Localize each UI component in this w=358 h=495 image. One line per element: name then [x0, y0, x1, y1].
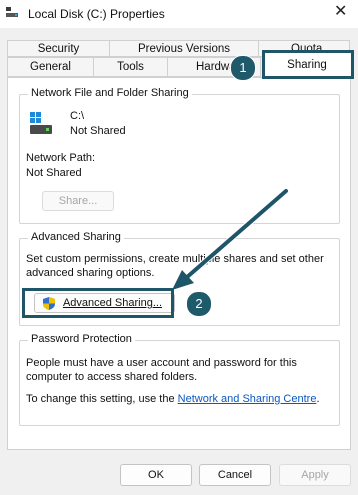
callout-badge-1: 1: [230, 55, 256, 81]
callout-sharing-tab: [262, 50, 354, 79]
callout-badge-2: 2: [186, 291, 212, 317]
callout-advanced-sharing: [22, 288, 174, 318]
